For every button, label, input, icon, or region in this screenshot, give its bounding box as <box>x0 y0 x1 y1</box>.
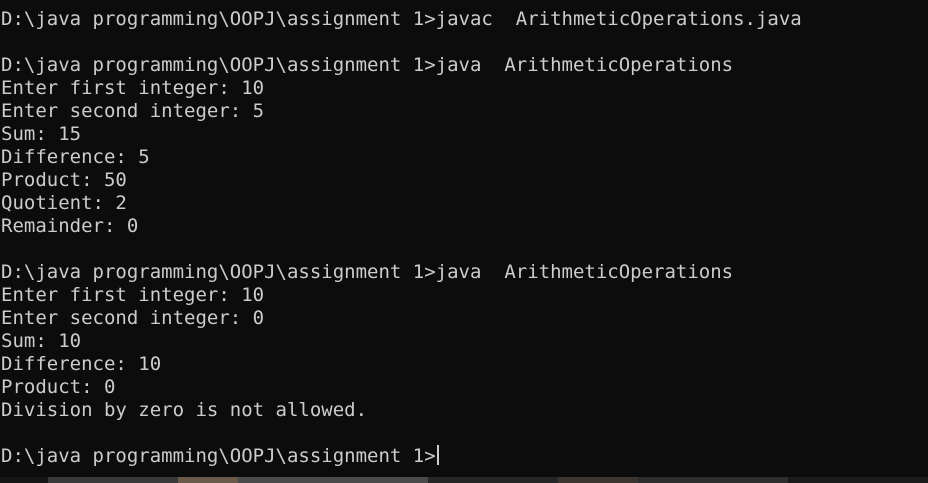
output-line: Enter first integer: 10 <box>1 77 265 99</box>
output-line: Product: 0 <box>1 376 116 398</box>
background-strip <box>0 477 928 483</box>
output-line: Difference: 10 <box>1 353 162 375</box>
output-line: Enter first integer: 10 <box>1 284 265 306</box>
command-line: D:\java programming\OOPJ\assignment 1>ja… <box>1 8 802 30</box>
output-line: Quotient: 2 <box>1 192 127 214</box>
output-line: Enter second integer: 5 <box>1 100 265 122</box>
output-line: Remainder: 0 <box>1 215 139 237</box>
command-line: D:\java programming\OOPJ\assignment 1>ja… <box>1 54 734 76</box>
output-line: Sum: 15 <box>1 123 82 145</box>
output-line: Product: 50 <box>1 169 127 191</box>
output-line: Division by zero is not allowed. <box>1 399 368 421</box>
text-cursor <box>436 445 439 465</box>
prompt-text: D:\java programming\OOPJ\assignment 1> <box>1 445 436 467</box>
output-line: Enter second integer: 0 <box>1 307 265 329</box>
output-line: Sum: 10 <box>1 330 82 352</box>
terminal-output: D:\java programming\OOPJ\assignment 1>ja… <box>1 8 802 468</box>
command-line: D:\java programming\OOPJ\assignment 1>ja… <box>1 261 734 283</box>
prompt-line[interactable]: D:\java programming\OOPJ\assignment 1> <box>1 445 802 468</box>
output-line: Difference: 5 <box>1 146 150 168</box>
terminal-window[interactable]: D:\java programming\OOPJ\assignment 1>ja… <box>0 0 928 477</box>
